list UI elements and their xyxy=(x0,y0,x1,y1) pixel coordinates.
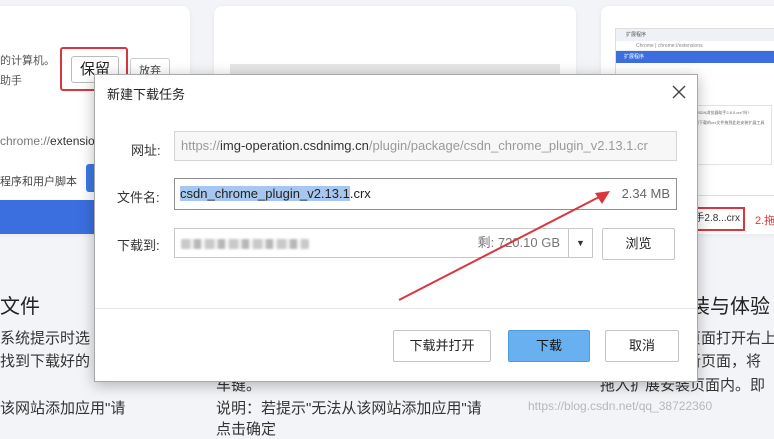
browser-tab: 扩展程序 xyxy=(616,29,774,41)
body-line-right-1: 页面打开右上 xyxy=(686,330,774,347)
browse-button[interactable]: 浏览 xyxy=(602,228,675,260)
body-line-left-2: 找到下载好的 xyxy=(0,353,91,370)
cancel-button[interactable]: 取消 xyxy=(605,330,679,362)
close-icon[interactable] xyxy=(668,81,690,103)
filename-extension: .crx xyxy=(349,186,371,201)
scripts-text: 程序和用户脚本 xyxy=(0,176,77,188)
step-2-label: 2.拖 xyxy=(755,215,774,227)
extensions-header: 扩展程序 xyxy=(616,51,774,63)
free-space: 剩: 720.10 GB xyxy=(477,235,560,250)
download-and-open-button[interactable]: 下载并打开 xyxy=(393,330,491,362)
chevron-down-icon: ▼ xyxy=(576,238,585,248)
section-heading-right: 装与体验 xyxy=(690,296,770,318)
dialog-title: 新建下载任务 xyxy=(107,87,186,102)
download-button[interactable]: 下载 xyxy=(508,330,590,362)
blurred-path xyxy=(181,239,309,249)
install-popup-image: 将CSDN浏览器助手2.8.0.crx"吗? 请将下载的crx文件拖到此处安装扩… xyxy=(686,105,772,165)
body-line-mid-2: 说明：若提示"无法从该网站添加应用"请 xyxy=(216,400,482,417)
filename-label: 文件名: xyxy=(117,190,160,205)
body-line-left-1: 系统提示时选 xyxy=(0,330,91,347)
filename-selected: csdn_chrome_plugin_v2.13.1 xyxy=(180,186,350,201)
url-domain: img-operation.csdnimg.cn xyxy=(220,138,369,153)
destination-dropdown-button[interactable]: ▼ xyxy=(568,228,593,258)
url-label: 网址: xyxy=(131,143,161,158)
file-size: 2.34 MB xyxy=(621,186,670,201)
body-line-mid-3: 点击确定 xyxy=(216,421,277,438)
url-scheme: https:// xyxy=(181,138,221,153)
destination-label: 下载到: xyxy=(117,238,160,253)
extensions-url-text: chrome://extensio xyxy=(0,134,95,148)
url-field[interactable]: https://img-operation.csdnimg.cn/plugin/… xyxy=(174,131,677,161)
new-download-dialog: 新建下载任务 网址: https://img-operation.csdnimg… xyxy=(94,74,698,382)
watermark-text: https://blog.csdn.net/qq_38722360 xyxy=(528,399,713,413)
prompt-text-line2: 助手 xyxy=(0,75,22,87)
prompt-text-line1: 的计算机。 xyxy=(0,55,55,67)
section-heading-left: 文件 xyxy=(0,296,40,318)
browser-address: Chrome | chrome://extensions xyxy=(616,41,774,51)
body-line-left-3: 该网站添加应用"请 xyxy=(0,400,126,417)
url-path: /plugin/package/csdn_chrome_plugin_v2.13… xyxy=(368,138,648,153)
filename-input[interactable]: csdn_chrome_plugin_v2.13.1.crx 2.34 MB xyxy=(174,178,677,210)
destination-path-field[interactable]: 剩: 720.10 GB xyxy=(174,228,569,258)
dialog-divider xyxy=(95,308,697,309)
